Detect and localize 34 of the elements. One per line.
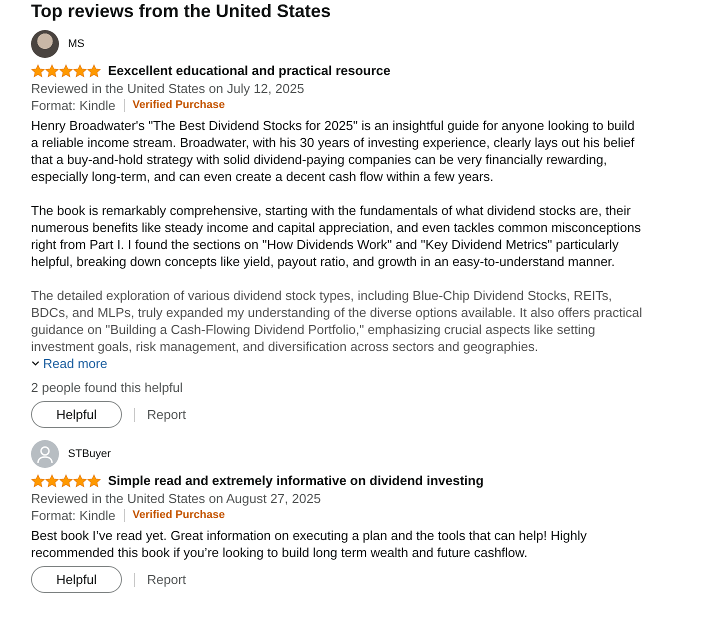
helpful-button[interactable]: Helpful: [31, 566, 122, 593]
star-icon: [73, 64, 87, 78]
report-link[interactable]: Report: [147, 572, 186, 587]
review-paragraph: Henry Broadwater's "The Best Dividend Stocks for 2025" is an insightful guide for anyone looking to build a reliable income stream. Broadwater, with his 30 years of investing experience, clearly lays out his belief that a buy-and-hold strategy with solid dividend-paying companies can be very financially rewarding, especially long-term, and can even create a decent cash flow within a few years.: [31, 117, 636, 185]
star-icon: [87, 64, 101, 78]
avatar-photo-placeholder: [31, 30, 59, 58]
avatar-silhouette-icon: [31, 440, 59, 468]
section-heading: Top reviews from the United States: [31, 0, 332, 22]
review-format: Format: Kindle: [31, 99, 125, 112]
review-paragraph: The detailed exploration of various dividend stock types, including Blue-Chip Dividend Stocks, REITs, BDCs, and MLPs, truly expanded my understanding of the diverse options available. It also offers practical guidance on "Building a Cash-Flowing Dividend Portfolio," emphasizing crucial aspects like setting investment goals, risk management, and diversification across sectors and geographies.: [31, 287, 643, 355]
verified-purchase-label: Verified Purchase: [132, 508, 225, 523]
read-more-link[interactable]: Read more: [31, 355, 108, 372]
review-date: Reviewed in the United States on August 27, 2025: [31, 490, 322, 507]
verified-purchase-label: Verified Purchase: [132, 98, 225, 113]
review-paragraph: The book is remarkably comprehensive, starting with the fundamentals of what dividend stocks are, their numerous benefits like steady income and capital appreciation, and even tackles common misconceptions right from Part I. I found the sections on "How Dividends Work" and "Key Dividend Metrics" particularly helpful, breaking down concepts like yield, payout ratio, and growth in an easy-to-understand manner.: [31, 202, 642, 270]
helpful-button[interactable]: Helpful: [31, 401, 122, 428]
report-link[interactable]: Report: [147, 407, 186, 422]
review-format: Format: Kindle: [31, 509, 125, 522]
chevron-down-icon: [31, 359, 40, 368]
review-date: Reviewed in the United States on July 12, 2025: [31, 80, 306, 97]
star-icon: [31, 474, 45, 488]
star-icon: [59, 474, 73, 488]
star-icon: [59, 64, 73, 78]
star-icon: [87, 474, 101, 488]
star-icon: [73, 474, 87, 488]
review-paragraph: Best book I’ve read yet. Great information on executing a plan and the tools that can help! Highly recommended this book if you’re looking to build long term wealth and future cashflow.: [31, 527, 588, 561]
reviewer-name: STBuyer: [68, 448, 111, 460]
star-icon: [45, 474, 59, 488]
star-icon: [31, 64, 45, 78]
review-title[interactable]: Eexcellent educational and practical resource: [108, 63, 391, 78]
reviewer-name: MS: [68, 38, 84, 50]
helpful-count: 2 people found this helpful: [31, 379, 184, 396]
review-title[interactable]: Simple read and extremely informative on dividend investing: [108, 473, 484, 488]
star-icon: [45, 64, 59, 78]
